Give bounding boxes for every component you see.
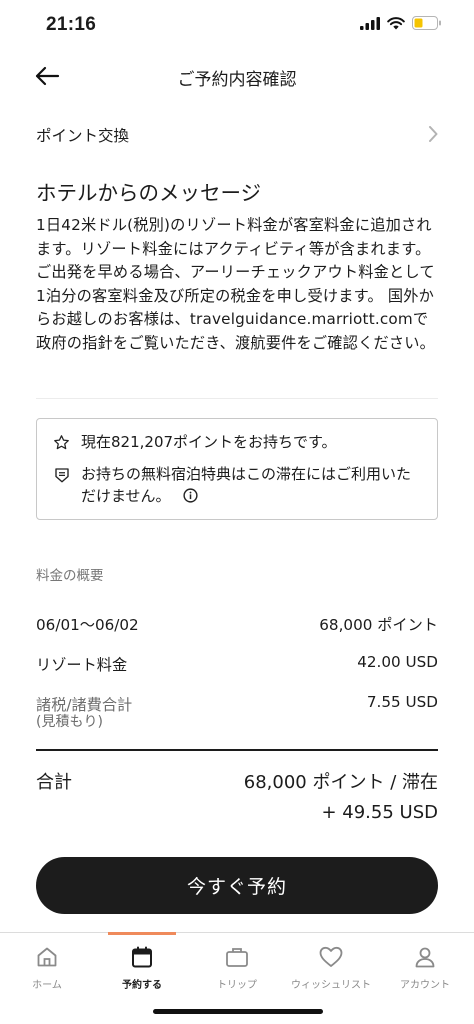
hotel-message-title: ホテルからのメッセージ (36, 181, 262, 205)
status-bar: 21:16 (0, 0, 474, 50)
hotel-message-body: 1日42米ドル(税別)のリゾート料金が客室料金に追加されます。リゾート料金にはア… (36, 216, 436, 352)
home-icon (37, 947, 57, 967)
person-icon (415, 947, 435, 968)
points-balance-line: 現在821,207ポイントをお持ちです。 (53, 431, 337, 457)
summary-row-sublabel: (見積もり) (36, 714, 103, 730)
free-night-text-wrap: お持ちの無料宿泊特典はこの滞在にはご利用いただけません。 (81, 463, 423, 507)
battery-icon (412, 16, 441, 30)
summary-row-value: 68,000 ポイント (319, 616, 438, 634)
home-indicator[interactable] (153, 1009, 323, 1014)
book-button-area: 今すぐ予約 (0, 838, 474, 934)
active-tab-indicator (108, 932, 176, 935)
tab-wishlist[interactable]: ウィッシュリスト (285, 941, 377, 991)
summary-row-value: 42.00 USD (357, 653, 438, 671)
partial-row-clipped (36, 98, 156, 106)
nav-bar: ご予約内容確認 (0, 54, 474, 100)
points-exchange-row[interactable]: ポイント交換 (0, 118, 474, 152)
summary-row-label: リゾート料金 (36, 656, 128, 674)
info-icon[interactable] (183, 488, 198, 503)
tab-home[interactable]: ホーム (1, 941, 93, 991)
star-icon (54, 435, 69, 450)
wifi-icon (387, 16, 405, 29)
free-night-line: お持ちの無料宿泊特典はこの滞在にはご利用いただけません。 (53, 463, 423, 507)
total-points: 68,000 ポイント / 滞在 (243, 772, 438, 793)
points-info-box: 現在821,207ポイントをお持ちです。 お持ちの無料宿泊特典はこの滞在にはご利… (36, 418, 438, 520)
summary-row-label: 06/01〜06/02 (36, 616, 139, 634)
tab-book[interactable]: 予約する (96, 941, 188, 991)
tab-label: アカウント (400, 980, 450, 991)
page-title: ご予約内容確認 (177, 70, 297, 90)
calendar-icon (132, 946, 152, 968)
points-balance-text: 現在821,207ポイントをお持ちです。 (81, 433, 337, 451)
cellular-signal-icon (360, 16, 380, 30)
free-night-text: お持ちの無料宿泊特典はこの滞在にはご利用いただけません。 (81, 465, 412, 505)
total-label: 合計 (36, 772, 72, 793)
status-time: 21:16 (46, 14, 97, 35)
heart-icon (319, 946, 343, 967)
tab-trips[interactable]: トリップ (191, 941, 283, 991)
tab-label: ウィッシュリスト (291, 980, 371, 991)
tab-label: トリップ (217, 980, 257, 991)
total-divider (36, 749, 438, 751)
tab-label: 予約する (122, 980, 162, 991)
chevron-right-icon (429, 126, 438, 142)
summary-row-value: 7.55 USD (366, 693, 438, 711)
tab-label: ホーム (32, 980, 62, 991)
points-exchange-label: ポイント交換 (36, 127, 130, 145)
status-icons (360, 16, 442, 30)
section-divider (36, 398, 438, 399)
total-usd: + 49.55 USD (321, 802, 438, 823)
ticket-badge-icon (55, 468, 69, 483)
charges-summary-heading: 料金の概要 (36, 568, 104, 584)
briefcase-icon (226, 948, 248, 967)
book-now-button[interactable]: 今すぐ予約 (36, 857, 438, 914)
tab-account[interactable]: アカウント (379, 941, 471, 991)
